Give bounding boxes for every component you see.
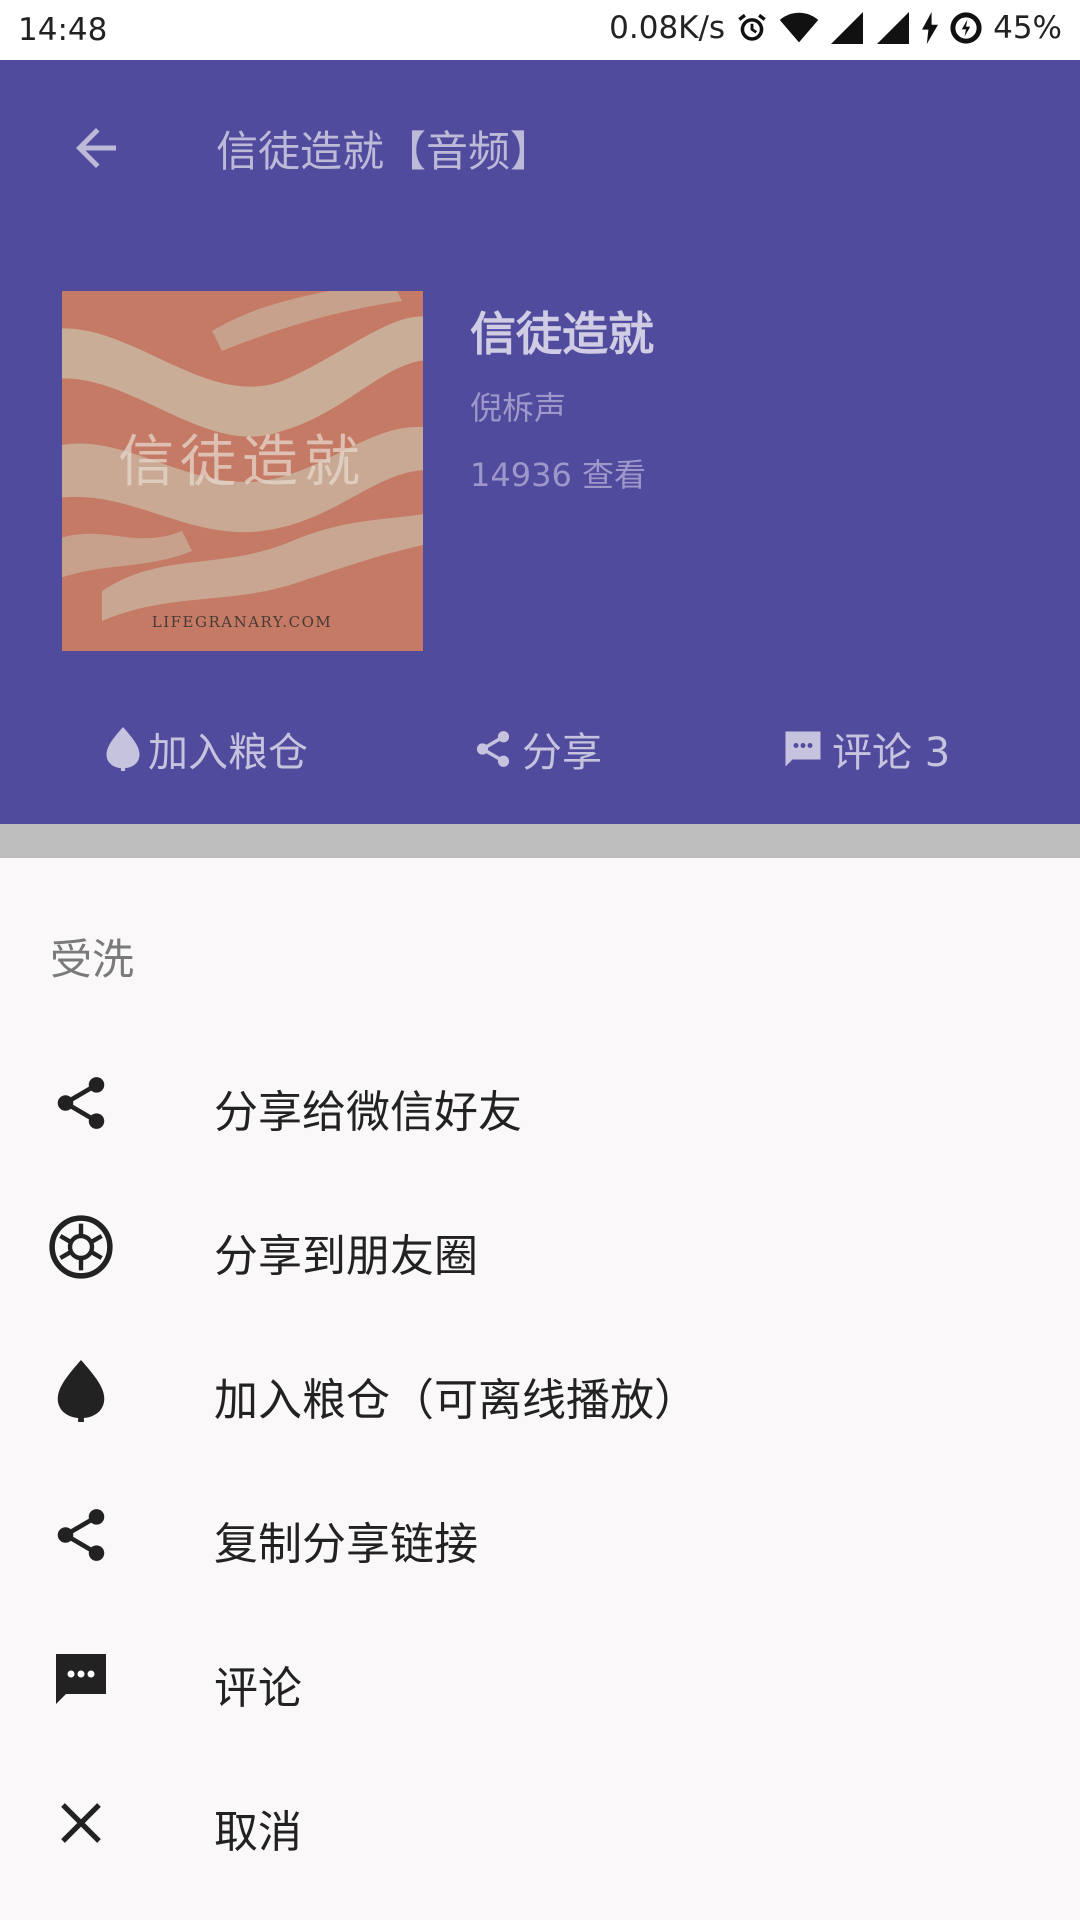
comments-label: 评论 3: [832, 730, 951, 776]
page-title: 信徒造就【音频】: [216, 127, 553, 176]
add-to-granary-offline-item[interactable]: 加入粮仓（可离线播放）: [0, 1318, 1080, 1462]
sheet-item-label: 评论: [214, 1663, 302, 1714]
sheet-divider: [0, 824, 1080, 858]
sheet-item-label: 分享到朋友圈: [214, 1231, 478, 1282]
signal-icon: [875, 12, 911, 44]
add-to-granary-button[interactable]: 加入粮仓: [106, 720, 308, 778]
moments-icon: [46, 1214, 116, 1280]
comment-icon: [782, 728, 824, 770]
album-actions: 加入粮仓 分享 评论 3: [0, 720, 1080, 800]
share-to-wechat-friend-item[interactable]: 分享给微信好友: [0, 1030, 1080, 1174]
share-icon: [46, 1502, 116, 1568]
signal-icon: [829, 12, 865, 44]
network-speed: 0.08K/s: [609, 10, 726, 46]
share-icon: [472, 727, 514, 771]
sheet-item-label: 取消: [214, 1807, 302, 1858]
charging-icon: [921, 12, 939, 44]
album-views: 14936 查看: [470, 456, 646, 494]
alarm-icon: [735, 11, 769, 45]
battery-icon: [949, 11, 983, 45]
album-cover: 信徒造就 LIFEGRANARY.COM: [62, 291, 423, 651]
comments-button[interactable]: 评论 3: [782, 720, 950, 778]
wifi-icon: [779, 12, 819, 44]
status-time: 14:48: [18, 12, 108, 48]
status-icons: 0.08K/s 45%: [609, 10, 1062, 46]
sheet-item-label: 复制分享链接: [214, 1519, 478, 1570]
sheet-title: 受洗: [50, 935, 135, 984]
cover-caption: LIFEGRANARY.COM: [152, 613, 333, 631]
share-button[interactable]: 分享: [472, 720, 602, 778]
seed-icon: [46, 1358, 116, 1424]
seed-icon: [106, 727, 140, 771]
sheet-item-label: 加入粮仓（可离线播放）: [214, 1375, 698, 1426]
battery-level: 45%: [993, 10, 1062, 46]
comment-item[interactable]: 评论: [0, 1606, 1080, 1750]
album-author: 倪柝声: [470, 389, 567, 427]
cancel-item[interactable]: 取消: [0, 1750, 1080, 1894]
add-to-granary-label: 加入粮仓: [148, 730, 308, 776]
comment-icon: [46, 1646, 116, 1712]
share-icon: [46, 1070, 116, 1136]
cover-title: 信徒造就: [118, 430, 366, 495]
copy-share-link-item[interactable]: 复制分享链接: [0, 1462, 1080, 1606]
arrow-left-icon[interactable]: [66, 118, 126, 178]
share-label: 分享: [522, 730, 602, 776]
close-icon: [46, 1790, 116, 1856]
share-to-moments-item[interactable]: 分享到朋友圈: [0, 1174, 1080, 1318]
sheet-item-label: 分享给微信好友: [214, 1087, 522, 1138]
album-title: 信徒造就: [470, 307, 654, 361]
album-header: 信徒造就【音频】 信徒造就 LIFEGRANARY.COM 信徒造就 倪柝声 1…: [0, 60, 1080, 824]
share-bottom-sheet: 受洗 分享给微信好友 分享到朋友圈 加入粮仓（可离线播放） 复制分享链接 评论: [0, 858, 1080, 1920]
status-bar: 14:48 0.08K/s 45%: [0, 0, 1080, 60]
